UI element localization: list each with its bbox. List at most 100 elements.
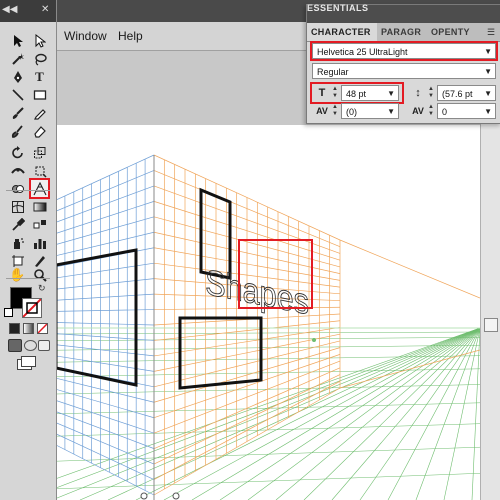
tracking-icon: AV [412,106,424,116]
floor-grid-line [191,327,480,500]
font-style-value: Regular [317,67,349,77]
screen-mode-icon[interactable] [17,356,36,370]
leading-icon: ↕ [415,87,421,99]
stroke-swatch[interactable] [22,298,42,318]
floor-grid-line [56,473,480,490]
magic-wand-icon[interactable] [9,50,26,67]
eraser-icon[interactable] [31,122,48,139]
panel-menu-icon[interactable]: ☰ [487,27,497,37]
paintbrush-icon[interactable] [9,104,26,121]
floor-grid-line [163,327,480,500]
perspective-grid-icon[interactable] [29,178,50,199]
font-size-icon: T [318,87,326,99]
tracking-stepper[interactable]: ▲ ▼ [427,104,435,118]
floor-grid-line [471,327,480,500]
workspace-label[interactable]: ESSENTIALS [307,3,387,11]
tool-divider [6,278,50,279]
right-grid-line [339,239,480,299]
color-mode-icon[interactable] [9,323,20,334]
floor-grid-line [415,327,480,500]
close-icon[interactable]: ✕ [41,4,49,15]
font-size-stepper[interactable]: ▲ ▼ [331,86,339,100]
pencil-icon[interactable] [31,104,48,121]
left-grid-line [56,309,155,312]
draw-inside-icon[interactable] [38,340,50,351]
lasso-icon[interactable] [31,50,48,67]
leading-field[interactable]: (57.6 pt ▼ [437,85,496,101]
direct-selection-tool-icon[interactable] [31,32,48,49]
left-grid-line [56,444,155,496]
mesh-icon[interactable] [9,198,26,215]
font-family-value: Helvetica 25 UltraLight [317,47,408,57]
kerning-value: (0) [346,107,357,117]
tab-paragraph[interactable]: PARAGR [377,23,429,41]
chevron-down-icon: ▼ [387,107,395,116]
blend-icon[interactable] [31,216,48,233]
none-stroke-icon [23,299,41,317]
leading-value: (57.6 pt [442,89,473,99]
font-size-field[interactable]: 48 pt ▼ [341,85,399,101]
column-graph-icon[interactable] [31,234,48,251]
left-grid-line [56,231,155,257]
floor-grid-line [135,327,480,500]
grid-handle[interactable] [172,492,180,500]
left-grid-line [56,278,155,290]
type-tool-icon[interactable]: T [31,68,48,85]
gradient-mode-icon[interactable] [23,323,34,334]
kerning-stepper[interactable]: ▲ ▼ [331,104,339,118]
tab-opentype[interactable]: OPENTY [427,23,481,41]
leading-stepper[interactable]: ▲ ▼ [427,86,435,100]
left-grid-line [56,344,155,357]
rectangle-tool-icon[interactable] [31,86,48,103]
left-grid-line [56,293,155,301]
scroll-thumb[interactable] [484,318,498,332]
left-grid-line [56,216,155,245]
shape-builder-icon[interactable] [9,180,26,197]
tool-divider [6,190,50,191]
left-grid-line [56,154,155,201]
floor-grid-line [247,327,480,500]
tab-character[interactable]: CHARACTER [307,23,377,41]
font-size-value: 48 pt [346,89,367,99]
tools-panel: ◀◀ ✕ T ✋ ↻ [0,0,57,500]
left-grid-line [56,377,155,403]
font-family-dropdown[interactable]: Helvetica 25 UltraLight ▼ [310,41,498,61]
hand-icon[interactable]: ✋ [9,266,26,283]
rotate-icon[interactable] [9,144,26,161]
swap-fill-stroke-icon[interactable]: ↻ [38,283,46,294]
pen-tool-icon[interactable] [9,68,26,85]
chevron-down-icon: ▼ [484,47,492,56]
eyedropper-icon[interactable] [9,216,26,233]
left-grid-line [56,262,155,279]
tools-panel-header: ◀◀ ✕ [0,0,56,22]
collapse-icon[interactable]: ◀◀ [2,4,17,15]
free-transform-icon[interactable] [31,162,48,179]
grid-handle[interactable] [140,492,148,500]
width-tool-icon[interactable] [9,162,26,179]
menu-window[interactable]: Window [64,29,107,43]
tracking-field[interactable]: 0 ▼ [437,103,496,119]
kerning-field[interactable]: (0) ▼ [341,103,399,119]
zoom-icon[interactable] [31,266,48,283]
left-grid-line [56,170,155,212]
chevron-down-icon: ▼ [484,107,492,116]
menu-help[interactable]: Help [118,29,143,43]
line-segment-icon[interactable] [9,86,26,103]
gradient-icon[interactable] [31,198,48,215]
symbol-sprayer-icon[interactable] [9,234,26,251]
selection-tool-icon[interactable] [9,32,26,49]
panel-tabs: CHARACTER PARAGR OPENTY ☰ [307,23,500,42]
left-grid-line [56,333,155,341]
draw-behind-icon[interactable] [24,340,37,351]
chevron-down-icon: ▼ [484,89,492,98]
kerning-icon: AV [316,106,328,116]
floor-grid-line [219,327,480,500]
none-mode-icon[interactable] [37,323,48,334]
default-colors-icon[interactable] [4,308,13,317]
left-rectangle[interactable] [56,248,138,387]
draw-normal-icon[interactable] [8,339,22,352]
font-style-dropdown[interactable]: Regular ▼ [312,63,496,79]
scale-icon[interactable] [31,144,48,161]
left-grid-line [56,201,155,234]
blob-brush-icon[interactable] [9,122,26,139]
